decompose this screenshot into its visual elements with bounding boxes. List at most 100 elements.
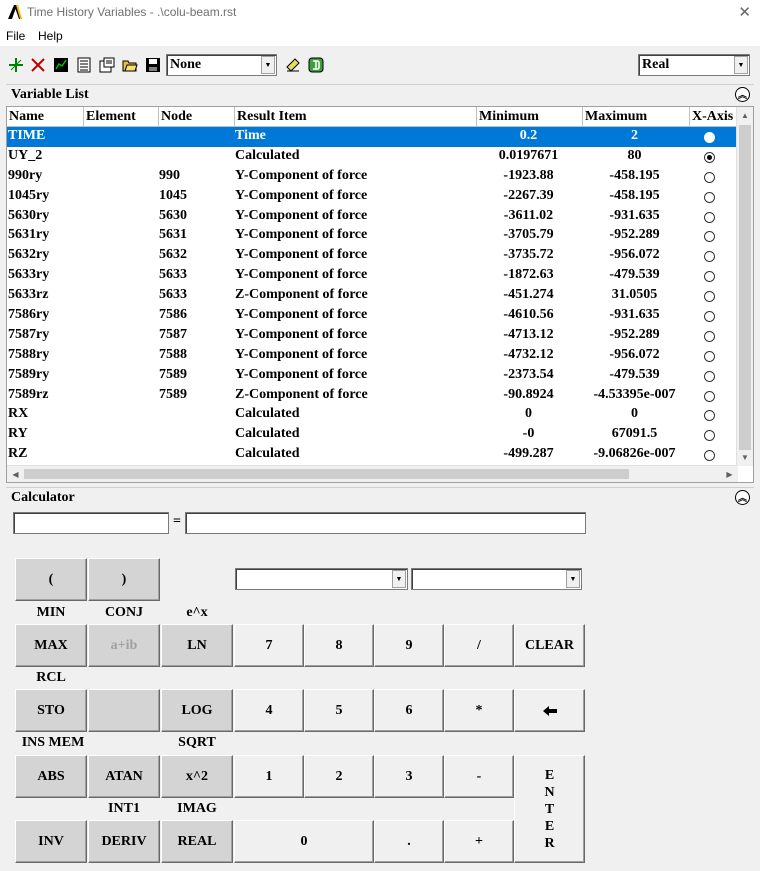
x-axis-radio[interactable] <box>704 330 715 342</box>
column-header-node[interactable]: Node <box>159 107 235 127</box>
abs-button[interactable]: ABS <box>15 755 87 798</box>
x-axis-radio[interactable] <box>704 171 715 183</box>
properties-icon[interactable] <box>98 56 116 74</box>
complex-button[interactable]: a+ib <box>88 624 160 667</box>
x-axis-radio[interactable] <box>704 191 715 203</box>
table-row[interactable]: 5633ry 5633 Y-Component of force -1872.63 -4… <box>7 266 738 286</box>
chevron-down-icon[interactable]: ▼ <box>566 570 580 588</box>
close-icon[interactable]: ✕ <box>738 3 751 21</box>
variable-dropdown-1[interactable]: ▼ <box>235 568 408 590</box>
x-axis-radio[interactable] <box>704 132 715 143</box>
variable-list-table[interactable]: Name Element Node Result Item Minimum Ma… <box>6 106 754 483</box>
max-button[interactable]: MAX <box>15 624 87 667</box>
subtract-button[interactable]: - <box>444 755 514 798</box>
table-row[interactable]: 7589rz 7589 Z-Component of force -90.8924 -4… <box>7 386 738 406</box>
clear-button[interactable]: CLEAR <box>514 624 585 667</box>
backspace-button[interactable] <box>514 689 585 732</box>
sto-button[interactable]: STO <box>15 689 87 732</box>
chevron-down-icon[interactable]: ▼ <box>392 570 406 588</box>
x-axis-radio[interactable] <box>704 251 715 263</box>
table-row[interactable]: 7588ry 7588 Y-Component of force -4732.12 -9… <box>7 346 738 366</box>
decimal-button[interactable]: . <box>374 820 444 863</box>
column-header-x-axis[interactable]: X-Axis <box>690 107 738 127</box>
delete-variable-icon[interactable] <box>29 56 47 74</box>
result-item-dropdown[interactable]: None ▼ <box>166 54 277 76</box>
ln-button[interactable]: LN <box>161 624 233 667</box>
digit-6-button[interactable]: 6 <box>374 689 444 732</box>
menu-file[interactable]: File <box>6 29 25 43</box>
variable-name-input[interactable] <box>13 512 169 534</box>
digit-2-button[interactable]: 2 <box>304 755 374 798</box>
digit-1-button[interactable]: 1 <box>234 755 304 798</box>
scroll-thumb[interactable] <box>739 125 751 450</box>
collapse-icon[interactable]: ︽ <box>735 490 750 505</box>
table-row[interactable]: 7586ry 7586 Y-Component of force -4610.56 -9… <box>7 306 738 326</box>
digit-9-button[interactable]: 9 <box>374 624 444 667</box>
add-variable-icon[interactable] <box>7 56 25 74</box>
x-axis-radio[interactable] <box>704 370 715 382</box>
x-axis-radio[interactable] <box>704 231 715 243</box>
column-header-result-item[interactable]: Result Item <box>235 107 477 127</box>
atan-button[interactable]: ATAN <box>88 755 160 798</box>
real-imag-dropdown[interactable]: Real ▼ <box>638 54 750 76</box>
table-row[interactable]: 7587ry 7587 Y-Component of force -4713.12 -9… <box>7 326 738 346</box>
clear-icon[interactable] <box>284 56 302 74</box>
digit-3-button[interactable]: 3 <box>374 755 444 798</box>
horizontal-scrollbar[interactable]: ◀ ▶ <box>7 465 738 482</box>
menu-help[interactable]: Help <box>38 29 63 43</box>
log-button[interactable]: LOG <box>161 689 233 732</box>
column-header-element[interactable]: Element <box>84 107 159 127</box>
table-row[interactable]: UY_2 Calculated 0.0197671 80 <box>7 147 738 167</box>
inv-button[interactable]: INV <box>15 820 87 863</box>
table-row[interactable]: TIME Time 0.2 2 <box>7 127 738 147</box>
x-axis-radio[interactable] <box>704 430 715 442</box>
table-row[interactable]: 1045ry 1045 Y-Component of force -2267.39 -4… <box>7 187 738 207</box>
vertical-scrollbar[interactable]: ▲ ▼ <box>736 107 753 466</box>
x-axis-radio[interactable] <box>704 410 715 422</box>
column-header-minimum[interactable]: Minimum <box>477 107 583 127</box>
scroll-down-icon[interactable]: ▼ <box>737 449 753 466</box>
x-axis-radio[interactable] <box>704 291 715 303</box>
x-axis-radio[interactable] <box>704 390 715 402</box>
digit-7-button[interactable]: 7 <box>234 624 304 667</box>
add-button[interactable]: + <box>444 820 514 863</box>
table-row[interactable]: 7589ry 7589 Y-Component of force -2373.54 -4… <box>7 366 738 386</box>
digit-4-button[interactable]: 4 <box>234 689 304 732</box>
scroll-up-icon[interactable]: ▲ <box>737 107 753 124</box>
digit-8-button[interactable]: 8 <box>304 624 374 667</box>
x-axis-radio[interactable] <box>704 151 715 163</box>
column-header-maximum[interactable]: Maximum <box>583 107 690 127</box>
divide-button[interactable]: / <box>444 624 514 667</box>
enter-button[interactable]: E N T E R <box>514 755 585 863</box>
rparen-button[interactable]: ) <box>88 558 160 601</box>
table-row[interactable]: 990ry 990 Y-Component of force -1923.88 -458… <box>7 167 738 187</box>
table-row[interactable]: RX Calculated 0 0 <box>7 405 738 425</box>
table-row[interactable]: 5632ry 5632 Y-Component of force -3735.72 -9… <box>7 246 738 266</box>
table-row[interactable]: 5633rz 5633 Z-Component of force -451.274 31… <box>7 286 738 306</box>
table-row[interactable]: RZ Calculated -499.287 -9.06826e-007 <box>7 445 738 465</box>
list-icon[interactable] <box>75 56 93 74</box>
refresh-icon[interactable] <box>307 56 325 74</box>
x-axis-radio[interactable] <box>704 271 715 283</box>
table-row[interactable]: 5630ry 5630 Y-Component of force -3611.02 -9… <box>7 207 738 227</box>
chevron-down-icon[interactable]: ▼ <box>734 56 748 74</box>
variable-dropdown-2[interactable]: ▼ <box>411 568 582 590</box>
collapse-icon[interactable]: ︽ <box>735 87 750 102</box>
blank-button[interactable] <box>88 689 160 732</box>
lparen-button[interactable]: ( <box>15 558 87 601</box>
square-button[interactable]: x^2 <box>161 755 233 798</box>
scroll-thumb[interactable] <box>24 469 629 479</box>
expression-input[interactable] <box>185 512 586 534</box>
table-row[interactable]: RY Calculated -0 67091.5 <box>7 425 738 445</box>
x-axis-radio[interactable] <box>704 450 715 462</box>
x-axis-radio[interactable] <box>704 350 715 362</box>
deriv-button[interactable]: DERIV <box>88 820 160 863</box>
scroll-right-icon[interactable]: ▶ <box>721 466 738 482</box>
multiply-button[interactable]: * <box>444 689 514 732</box>
column-header-name[interactable]: Name <box>7 107 84 127</box>
open-icon[interactable] <box>121 56 139 74</box>
scroll-left-icon[interactable]: ◀ <box>7 466 24 482</box>
save-icon[interactable] <box>144 56 162 74</box>
table-row[interactable]: 5631ry 5631 Y-Component of force -3705.79 -9… <box>7 226 738 246</box>
chevron-down-icon[interactable]: ▼ <box>261 56 275 74</box>
